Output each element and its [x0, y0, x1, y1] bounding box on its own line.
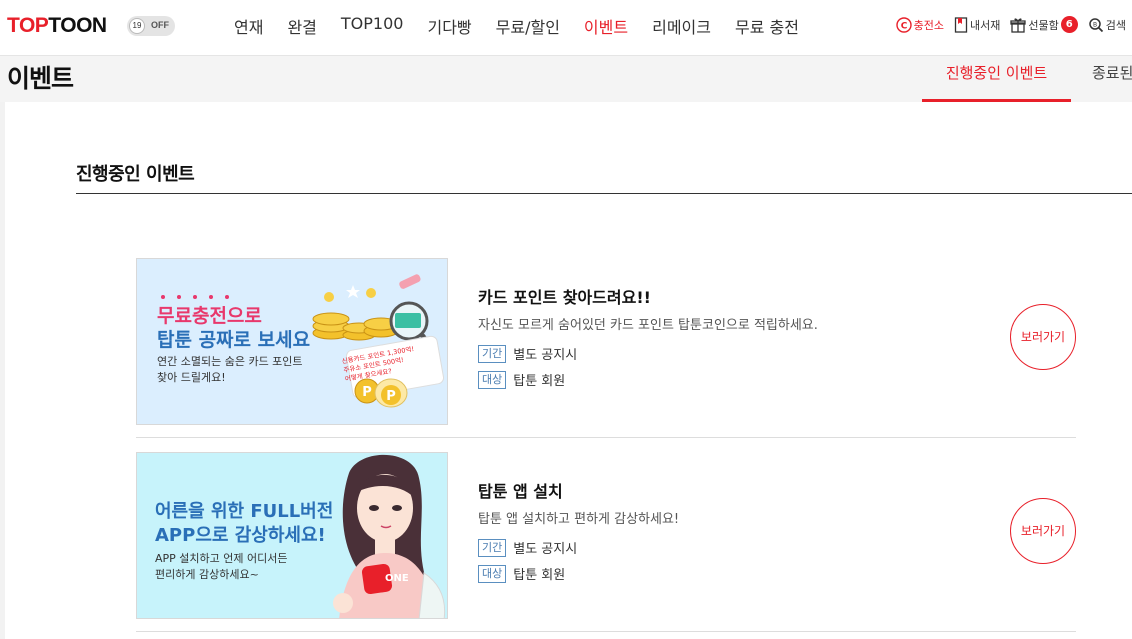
- section-divider: [76, 193, 1132, 194]
- library-link[interactable]: 내서재: [954, 16, 1001, 33]
- gift-icon: [1010, 17, 1027, 33]
- event-title[interactable]: 탑툰 앱 설치: [478, 478, 563, 502]
- banner-headline-1: 어른을 위한 FULL버전: [155, 501, 334, 522]
- event-description: 탑툰 앱 설치하고 편하게 감상하세요!: [478, 512, 680, 527]
- banner-headline-2: 탑툰 공짜로 보세요: [157, 329, 311, 351]
- top-bar: TOPTOON 19 OFF 연재 완결 TOP100 기다빵 무료/할인 이벤…: [0, 0, 1132, 56]
- banner-sub-1: APP 설치하고 언제 어디서든: [155, 552, 288, 565]
- period-value: 별도 공지시: [513, 542, 578, 557]
- dots-decoration: [161, 295, 229, 299]
- toptoon-logo[interactable]: TOPTOON: [7, 14, 107, 38]
- banner-sub-1: 연간 소멸되는 숨은 카드 포인트: [157, 355, 303, 368]
- charge-link[interactable]: C 충전소: [895, 16, 944, 33]
- character-illustration: [333, 454, 446, 618]
- gift-count-badge: 6: [1060, 16, 1078, 33]
- search-icon: B: [1089, 17, 1103, 32]
- utility-menu: C 충전소 내서재 선물함 6 B 검색: [886, 16, 1126, 33]
- nav-event[interactable]: 이벤트: [572, 14, 640, 38]
- banner-sub-2: 편리하게 감상하세요~: [155, 568, 259, 581]
- tab-ongoing-events[interactable]: 진행중인 이벤트: [922, 62, 1071, 102]
- main-nav: 연재 완결 TOP100 기다빵 무료/할인 이벤트 리메이크 무료 충전: [222, 14, 811, 38]
- page-title-bar: 이벤트 진행중인 이벤트 종료된: [0, 56, 1132, 102]
- nav-serial[interactable]: 연재: [222, 14, 275, 38]
- event-title[interactable]: 카드 포인트 찾아드려요!!: [478, 284, 651, 308]
- search-label: 검색: [1105, 18, 1126, 32]
- search-link[interactable]: B 검색: [1088, 17, 1126, 33]
- period-value: 별도 공지시: [513, 348, 578, 363]
- target-tag: 대상: [478, 564, 507, 583]
- gift-box-link[interactable]: 선물함 6: [1010, 16, 1078, 33]
- nav-top100[interactable]: TOP100: [329, 14, 416, 38]
- tab-ended-events[interactable]: 종료된: [1092, 62, 1132, 83]
- event-list-panel: 진행중인 이벤트 무료충전으로 탑툰 공짜로 보세요 연간 소멸되는 숨은 카드…: [5, 102, 1132, 639]
- event-target: 대상 탑툰 회원: [478, 564, 565, 583]
- target-value: 탑툰 회원: [513, 568, 566, 583]
- svg-text:C: C: [900, 21, 907, 31]
- banner-headline-1: 무료충전으로: [157, 305, 262, 327]
- view-event-button[interactable]: 보러가기: [1010, 498, 1076, 564]
- toggle-state-label: OFF: [151, 20, 169, 30]
- event-item: 무료충전으로 탑툰 공짜로 보세요 연간 소멸되는 숨은 카드 포인트 찾아 드…: [136, 258, 1076, 438]
- adult-mode-toggle[interactable]: 19 OFF: [127, 16, 175, 36]
- event-target: 대상 탑툰 회원: [478, 370, 565, 389]
- banner-headline-2: APP으로 감상하세요!: [155, 525, 326, 546]
- event-item: 어른을 위한 FULL버전 APP으로 감상하세요! APP 설치하고 언제 어…: [136, 452, 1076, 632]
- nav-completed[interactable]: 완결: [275, 14, 328, 38]
- svg-text:P: P: [386, 389, 396, 404]
- event-banner-app-install[interactable]: 어른을 위한 FULL버전 APP으로 감상하세요! APP 설치하고 언제 어…: [136, 452, 448, 619]
- library-label: 내서재: [970, 18, 1001, 32]
- page-title: 이벤트: [7, 64, 74, 93]
- event-period: 기간 별도 공지시: [478, 538, 577, 557]
- period-tag: 기간: [478, 344, 507, 363]
- nav-free-discount[interactable]: 무료/할인: [484, 14, 572, 38]
- svg-text:B: B: [1093, 21, 1097, 28]
- view-event-button[interactable]: 보러가기: [1010, 304, 1076, 370]
- coin-icon: C: [895, 16, 912, 33]
- coins-illustration: P P: [312, 274, 445, 408]
- nav-remake[interactable]: 리메이크: [640, 14, 723, 38]
- event-description: 자신도 모르게 숨어있던 카드 포인트 탑툰코인으로 적립하세요.: [478, 318, 818, 333]
- target-value: 탑툰 회원: [513, 374, 566, 389]
- charge-label: 충전소: [913, 18, 944, 32]
- svg-text:P: P: [362, 385, 372, 400]
- age-19-icon: 19: [129, 18, 145, 34]
- section-heading: 진행중인 이벤트: [76, 164, 195, 185]
- event-period: 기간 별도 공지시: [478, 344, 577, 363]
- nav-free-charge[interactable]: 무료 충전: [723, 14, 811, 38]
- bookmark-icon: [954, 16, 968, 33]
- gifts-label: 선물함: [1028, 18, 1059, 32]
- target-tag: 대상: [478, 370, 507, 389]
- nav-waitfree[interactable]: 기다빵: [415, 14, 483, 38]
- app-icon-label: ONE: [385, 573, 409, 584]
- event-banner-card-points[interactable]: 무료충전으로 탑툰 공짜로 보세요 연간 소멸되는 숨은 카드 포인트 찾아 드…: [136, 258, 448, 425]
- banner-sub-2: 찾아 드릴게요!: [157, 371, 226, 384]
- period-tag: 기간: [478, 538, 507, 557]
